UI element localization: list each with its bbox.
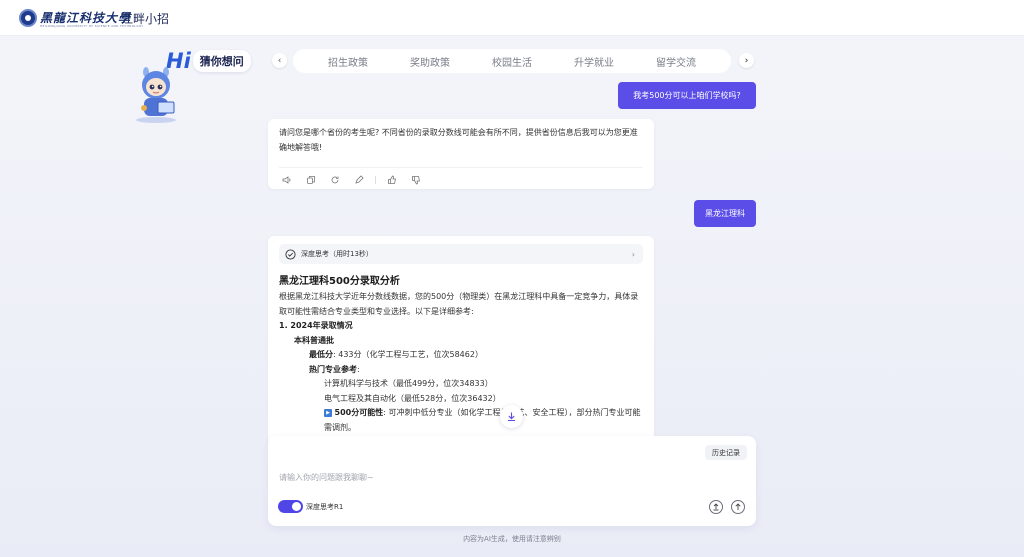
user-message: 黑龙江理科: [694, 200, 756, 227]
tab-campus-life[interactable]: 校园生活: [492, 54, 532, 69]
chevron-right-icon: ›: [631, 249, 635, 259]
chevron-right-icon[interactable]: ›: [739, 53, 754, 68]
chevron-left-icon[interactable]: ‹: [272, 53, 287, 68]
section-heading: 1. 2024年录取情况: [279, 321, 353, 330]
history-button[interactable]: 历史记录: [705, 445, 747, 460]
chat-input[interactable]: [279, 470, 679, 484]
send-button[interactable]: [731, 500, 745, 514]
chat-input-panel: 历史记录 深度思考R1: [268, 436, 756, 526]
suggestion-tab-bar: 招生政策 奖助政策 校园生活 升学就业 留学交流: [293, 49, 731, 73]
analysis-intro: 根据黑龙江科技大学近年分数线数据，您的500分（物理类）在黑龙江理科中具备一定竞…: [279, 292, 639, 316]
deep-think-toggle[interactable]: [278, 500, 303, 513]
guess-label: 猜你想问: [192, 50, 251, 72]
app-title[interactable]: 江畔小招: [121, 10, 169, 27]
possibility-line: ▶ 500分可能性: 可冲刺中低分专业（如化学工程与工艺、安全工程），部分热门专…: [279, 406, 645, 435]
hot-major-item: 计算机科学与技术（最低499分，位次34833）: [324, 379, 493, 388]
tab-career[interactable]: 升学就业: [574, 54, 614, 69]
speaker-icon[interactable]: [279, 172, 295, 188]
bot-analysis-message: 深度思考（用时13秒） › 黑龙江理科500分录取分析 根据黑龙江科技大学近年分…: [268, 236, 654, 446]
hot-majors-label: 热门专业参考: [309, 364, 357, 374]
send-icon: [735, 503, 741, 510]
suggestion-tabs: ‹ 招生政策 奖助政策 校园生活 升学就业 留学交流 ›: [272, 49, 754, 73]
ai-disclaimer: 内容为AI生成，使用请注意辨别: [463, 535, 561, 543]
tab-financial-aid[interactable]: 奖助政策: [410, 54, 450, 69]
deep-thinking-collapse[interactable]: 深度思考（用时13秒） ›: [279, 244, 643, 264]
robot-mascot-icon: [136, 67, 176, 123]
scroll-to-bottom-button[interactable]: [500, 405, 523, 428]
analysis-title: 黑龙江理科500分录取分析: [279, 276, 400, 287]
possibility-label: 500分可能性: [334, 408, 384, 417]
toolbar-divider: [375, 175, 376, 184]
bot-message-text: 请问您是哪个省份的考生呢? 不同省份的录取分数线可能会有所不同，提供省份信息后我…: [279, 128, 638, 152]
bot-message: 请问您是哪个省份的考生呢? 不同省份的录取分数线可能会有所不同，提供省份信息后我…: [268, 119, 654, 189]
min-score-value: : 433分（化学工程与工艺，位次58462）: [333, 350, 483, 359]
deep-think-toggle-label: 深度思考R1: [306, 502, 344, 511]
upload-button[interactable]: [709, 500, 723, 514]
university-seal-logo: [19, 9, 37, 27]
min-score-line: 最低分: 433分（化学工程与工艺，位次58462）: [279, 348, 645, 363]
copy-icon[interactable]: [303, 172, 319, 188]
analysis-content: 黑龙江理科500分录取分析 根据黑龙江科技大学近年分数线数据，您的500分（物理…: [279, 274, 645, 435]
refresh-icon[interactable]: [327, 172, 343, 188]
deep-think-toggle-row: 深度思考R1: [278, 500, 343, 513]
edit-icon[interactable]: [351, 172, 367, 188]
thumbs-down-icon[interactable]: [408, 172, 424, 188]
tab-admission-policy[interactable]: 招生政策: [328, 54, 368, 69]
upload-icon: [713, 503, 719, 511]
message-actions: [279, 167, 643, 184]
thumbs-up-icon[interactable]: [384, 172, 400, 188]
tab-study-abroad[interactable]: 留学交流: [656, 54, 696, 69]
min-score-label: 最低分: [309, 350, 333, 359]
deep-thinking-label: 深度思考（用时13秒）: [301, 250, 373, 258]
hot-majors-suffix: :: [357, 364, 360, 374]
top-header: 黑龍江科技大學 HEILONGJIANG UNIVERSITY OF SCIEN…: [0, 0, 1024, 36]
hot-major-item: 电气工程及其自动化（最低528分，位次36432）: [324, 393, 501, 403]
check-circle-icon: [285, 248, 296, 260]
play-icon: ▶: [324, 408, 332, 417]
hot-majors-line: 热门专业参考:: [279, 363, 645, 378]
batch-label: 本科普通批: [294, 335, 334, 345]
user-message: 我考500分可以上咱们学校吗?: [618, 82, 756, 109]
arrow-down-icon: [508, 412, 515, 422]
